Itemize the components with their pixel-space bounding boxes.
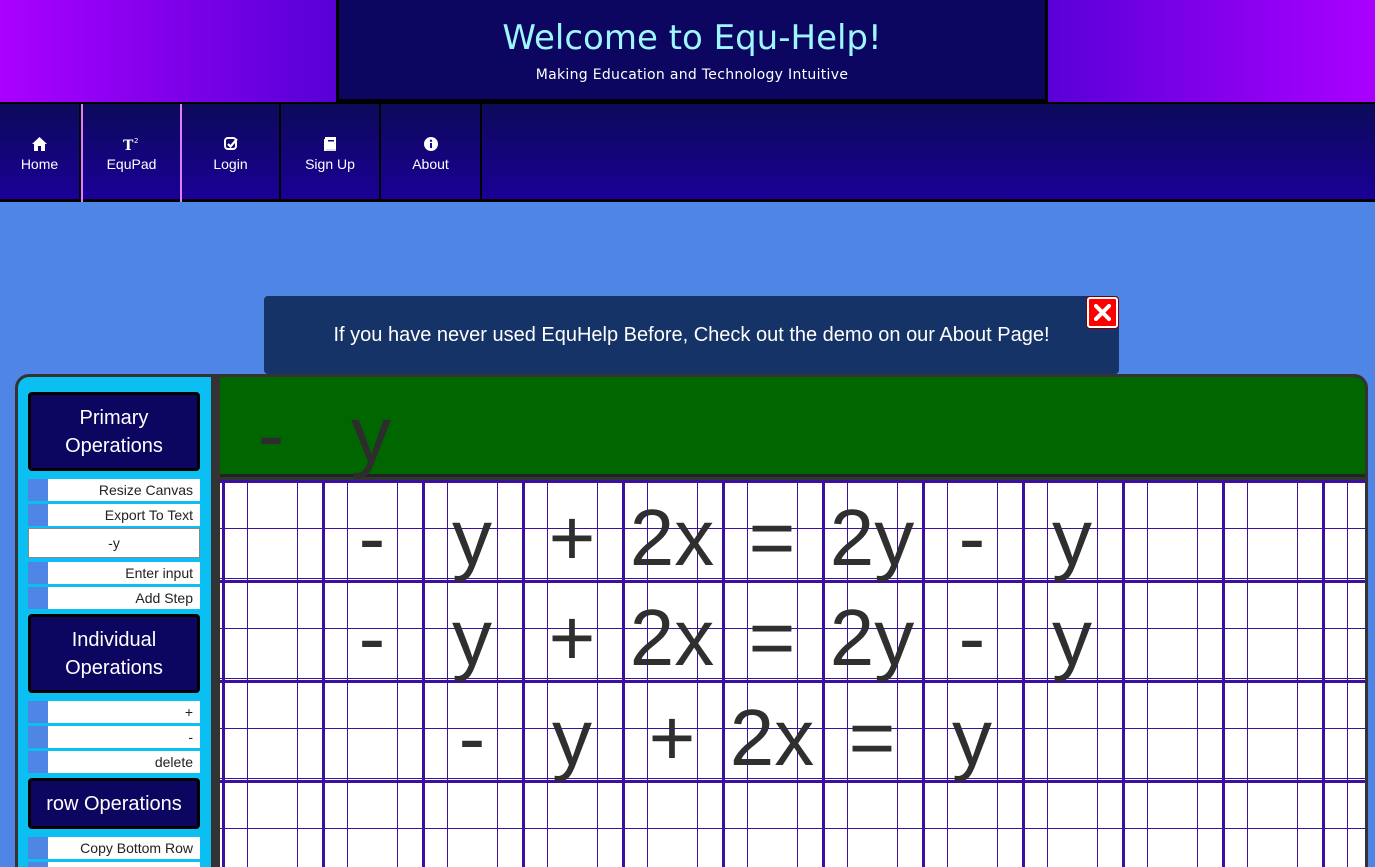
nav-label: EquPad <box>106 156 157 172</box>
input-token: y <box>351 390 391 479</box>
export-to-text-button[interactable]: Export To Text <box>28 504 200 526</box>
button-marker <box>28 862 48 867</box>
equation-token[interactable]: - <box>322 588 422 688</box>
equation-token[interactable]: + <box>522 488 622 588</box>
equation-token[interactable]: 2x <box>722 688 822 788</box>
close-icon <box>1094 304 1111 321</box>
button-label: + <box>184 704 193 720</box>
equation-token[interactable]: y <box>522 688 622 788</box>
nav-label: Home <box>20 156 59 172</box>
input-token: - <box>257 390 285 479</box>
delete-button[interactable]: delete <box>28 751 200 773</box>
plus-button[interactable]: + <box>28 701 200 723</box>
enter-input-button[interactable]: Enter input <box>28 562 200 584</box>
check-square-icon <box>182 137 279 153</box>
copy-bottom-row-button[interactable]: Copy Bottom Row <box>28 837 200 859</box>
equation-token[interactable]: 2x <box>622 588 722 688</box>
input-display: -y <box>220 377 1365 479</box>
button-marker <box>28 504 48 526</box>
nav-label: About <box>412 156 449 172</box>
close-button[interactable] <box>1087 297 1118 328</box>
equation-input[interactable]: -y <box>28 528 200 558</box>
minus-button[interactable]: - <box>28 726 200 748</box>
section-title-text: Individual Operations <box>65 628 163 679</box>
button-label: Export To Text <box>104 507 193 523</box>
section-title-text: Primary Operations <box>65 406 163 457</box>
button-label: Resize Canvas <box>98 482 193 498</box>
page-subtitle: Making Education and Technology Intuitiv… <box>535 67 849 83</box>
nav-label: Sign Up <box>305 156 355 172</box>
info-alert: If you have never used EquHelp Before, C… <box>264 296 1119 374</box>
page-title: Welcome to Equ-Help! <box>502 18 882 58</box>
nav-item-about[interactable]: About <box>381 104 482 202</box>
button-marker <box>28 479 48 501</box>
nav-label: Login <box>213 156 248 172</box>
equation-token[interactable]: 2y <box>822 588 922 688</box>
superscript-icon: T2 <box>83 137 180 153</box>
book-icon <box>281 137 379 153</box>
equation-token[interactable]: = <box>722 588 822 688</box>
individual-operations-title: Individual Operations <box>28 614 200 693</box>
equation-token[interactable]: + <box>522 588 622 688</box>
nav-item-equpad[interactable]: T2 EquPad <box>81 104 182 202</box>
equation-token[interactable]: y <box>1022 488 1122 588</box>
alert-message: If you have never used EquHelp Before, C… <box>333 324 1050 346</box>
button-marker <box>28 701 48 723</box>
equation-token[interactable]: + <box>622 688 722 788</box>
operations-sidebar: Primary Operations Resize Canvas Export … <box>18 377 211 867</box>
header-banner: Welcome to Equ-Help! Making Education an… <box>336 0 1048 102</box>
equation-token[interactable]: y <box>422 488 522 588</box>
row-operations-title: row Operations <box>28 778 200 829</box>
resize-canvas-button[interactable]: Resize Canvas <box>28 479 200 501</box>
equation-token[interactable]: - <box>422 688 522 788</box>
nav-item-login[interactable]: Login <box>182 104 281 202</box>
equation-token[interactable]: 2x <box>622 488 722 588</box>
equation-token[interactable]: - <box>322 488 422 588</box>
equation-token[interactable]: y <box>1022 588 1122 688</box>
button-label: Copy Bottom Row <box>80 840 193 856</box>
section-title-text: row Operations <box>46 792 182 815</box>
home-icon <box>0 137 79 153</box>
page-header: Welcome to Equ-Help! Making Education an… <box>0 0 1375 102</box>
primary-operations-title: Primary Operations <box>28 392 200 471</box>
info-circle-icon <box>381 137 480 153</box>
button-marker <box>28 726 48 748</box>
svg-text:2: 2 <box>134 137 138 145</box>
equation-token[interactable]: y <box>922 688 1022 788</box>
equation-canvas: -y - y +2x = 2y - y - y +2x = 2y - y - y +2x = y <box>220 377 1365 867</box>
equation-token[interactable]: - <box>922 588 1022 688</box>
button-marker <box>28 837 48 859</box>
svg-text:T: T <box>123 138 134 151</box>
button-label: delete <box>154 754 193 770</box>
equation-grid[interactable]: - y +2x = 2y - y - y +2x = 2y - y - y +2x = y <box>220 480 1365 867</box>
button-label: Enter input <box>125 565 193 581</box>
nav-item-signup[interactable]: Sign Up <box>281 104 381 202</box>
sidebar-divider[interactable] <box>211 377 220 867</box>
add-step-button[interactable]: Add Step <box>28 587 200 609</box>
workspace: Primary Operations Resize Canvas Export … <box>15 374 1368 867</box>
equation-token[interactable]: = <box>822 688 922 788</box>
main-nav: Home T2 EquPad Login Sign Up About <box>0 102 1375 202</box>
equation-token[interactable]: 2y <box>822 488 922 588</box>
row-operation-button[interactable] <box>28 862 200 867</box>
nav-item-home[interactable]: Home <box>0 104 81 202</box>
equation-token[interactable]: - <box>922 488 1022 588</box>
equation-token[interactable]: = <box>722 488 822 588</box>
button-label: Add Step <box>135 590 193 606</box>
button-label: - <box>188 729 193 745</box>
button-marker <box>28 751 48 773</box>
button-marker <box>28 562 48 584</box>
button-marker <box>28 587 48 609</box>
equation-token[interactable]: y <box>422 588 522 688</box>
